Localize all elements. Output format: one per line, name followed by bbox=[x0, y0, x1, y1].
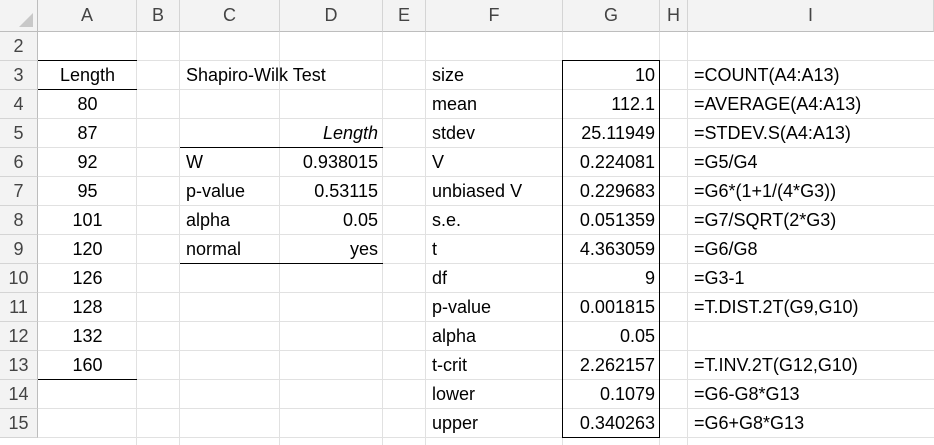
row-header-5[interactable]: 5 bbox=[0, 119, 38, 148]
select-all-corner[interactable] bbox=[0, 0, 38, 32]
cell-a3-length-header[interactable]: Length bbox=[38, 61, 137, 90]
cell-i13-formula[interactable]: =T.INV.2T(G12,G10) bbox=[688, 351, 934, 380]
cell-d8-value[interactable]: 0.05 bbox=[280, 206, 383, 235]
cell-f6-label[interactable]: V bbox=[426, 148, 563, 177]
cell-c6-label[interactable]: W bbox=[180, 148, 280, 177]
column-header-c[interactable]: C bbox=[180, 0, 280, 32]
cell-c9-label[interactable]: normal bbox=[180, 235, 280, 264]
cell-a10[interactable]: 126 bbox=[38, 264, 137, 293]
cell-a13[interactable]: 160 bbox=[38, 351, 137, 380]
cell-i4-formula[interactable]: =AVERAGE(A4:A13) bbox=[688, 90, 934, 119]
column-header-f[interactable]: F bbox=[426, 0, 563, 32]
border-a3-top bbox=[38, 60, 137, 61]
cell-a5[interactable]: 87 bbox=[38, 119, 137, 148]
cell-c3-shapiro-title[interactable]: Shapiro-Wilk Test bbox=[180, 61, 383, 90]
cell-a7[interactable]: 95 bbox=[38, 177, 137, 206]
cell-f8-label[interactable]: s.e. bbox=[426, 206, 563, 235]
cell-i3-formula[interactable]: =COUNT(A4:A13) bbox=[688, 61, 934, 90]
cell-c7-label[interactable]: p-value bbox=[180, 177, 280, 206]
row-header-14[interactable]: 14 bbox=[0, 380, 38, 409]
cell-d6-value[interactable]: 0.938015 bbox=[280, 148, 383, 177]
cell-f12-label[interactable]: alpha bbox=[426, 322, 563, 351]
cell-i11-formula[interactable]: =T.DIST.2T(G9,G10) bbox=[688, 293, 934, 322]
row-header-7[interactable]: 7 bbox=[0, 177, 38, 206]
cell-a8[interactable]: 101 bbox=[38, 206, 137, 235]
column-header-d[interactable]: D bbox=[280, 0, 383, 32]
border-c9-bottom bbox=[180, 263, 383, 264]
cell-a12[interactable]: 132 bbox=[38, 322, 137, 351]
spreadsheet-grid[interactable]: A B C D E F G H I 2 3 4 5 6 7 8 9 10 11 12 13 14 15 Length 80 87 9… bbox=[0, 0, 934, 445]
border-a3-bottom bbox=[38, 89, 137, 90]
cell-i5-formula[interactable]: =STDEV.S(A4:A13) bbox=[688, 119, 934, 148]
row-header-9[interactable]: 9 bbox=[0, 235, 38, 264]
column-header-h[interactable]: H bbox=[660, 0, 688, 32]
cell-i8-formula[interactable]: =G7/SQRT(2*G3) bbox=[688, 206, 934, 235]
border-a13-bottom bbox=[38, 379, 137, 380]
row-header-6[interactable]: 6 bbox=[0, 148, 38, 177]
cell-a6[interactable]: 92 bbox=[38, 148, 137, 177]
row-header-13[interactable]: 13 bbox=[0, 351, 38, 380]
column-header-e[interactable]: E bbox=[383, 0, 426, 32]
cell-f9-label[interactable]: t bbox=[426, 235, 563, 264]
cell-d9-value[interactable]: yes bbox=[280, 235, 383, 264]
cell-f3-label[interactable]: size bbox=[426, 61, 563, 90]
cell-i6-formula[interactable]: =G5/G4 bbox=[688, 148, 934, 177]
cell-c8-label[interactable]: alpha bbox=[180, 206, 280, 235]
cell-f5-label[interactable]: stdev bbox=[426, 119, 563, 148]
column-header-i[interactable]: I bbox=[688, 0, 934, 32]
cell-a11[interactable]: 128 bbox=[38, 293, 137, 322]
cell-i15-formula[interactable]: =G6+G8*G13 bbox=[688, 409, 934, 438]
cell-i9-formula[interactable]: =G6/G8 bbox=[688, 235, 934, 264]
column-header-a[interactable]: A bbox=[38, 0, 137, 32]
column-header-g[interactable]: G bbox=[563, 0, 660, 32]
cell-f13-label[interactable]: t-crit bbox=[426, 351, 563, 380]
cell-d5-length-label[interactable]: Length bbox=[280, 119, 383, 148]
row-header-4[interactable]: 4 bbox=[0, 90, 38, 119]
row-header-8[interactable]: 8 bbox=[0, 206, 38, 235]
cell-f14-label[interactable]: lower bbox=[426, 380, 563, 409]
row-header-2[interactable]: 2 bbox=[0, 32, 38, 61]
cell-d7-value[interactable]: 0.53115 bbox=[280, 177, 383, 206]
cell-f7-label[interactable]: unbiased V bbox=[426, 177, 563, 206]
row-header-10[interactable]: 10 bbox=[0, 264, 38, 293]
border-c5-bottom bbox=[180, 147, 383, 148]
row-header-3[interactable]: 3 bbox=[0, 61, 38, 90]
row-header-15[interactable]: 15 bbox=[0, 409, 38, 438]
cell-a4[interactable]: 80 bbox=[38, 90, 137, 119]
cell-i14-formula[interactable]: =G6-G8*G13 bbox=[688, 380, 934, 409]
cell-f11-label[interactable]: p-value bbox=[426, 293, 563, 322]
column-header-b[interactable]: B bbox=[137, 0, 180, 32]
cell-a9[interactable]: 120 bbox=[38, 235, 137, 264]
row-header-11[interactable]: 11 bbox=[0, 293, 38, 322]
border-box-g3-g15 bbox=[562, 60, 660, 438]
cell-f10-label[interactable]: df bbox=[426, 264, 563, 293]
select-all-triangle-icon bbox=[19, 13, 33, 27]
cell-f4-label[interactable]: mean bbox=[426, 90, 563, 119]
row-header-12[interactable]: 12 bbox=[0, 322, 38, 351]
cell-i10-formula[interactable]: =G3-1 bbox=[688, 264, 934, 293]
cell-f15-label[interactable]: upper bbox=[426, 409, 563, 438]
cell-i7-formula[interactable]: =G6*(1+1/(4*G3)) bbox=[688, 177, 934, 206]
